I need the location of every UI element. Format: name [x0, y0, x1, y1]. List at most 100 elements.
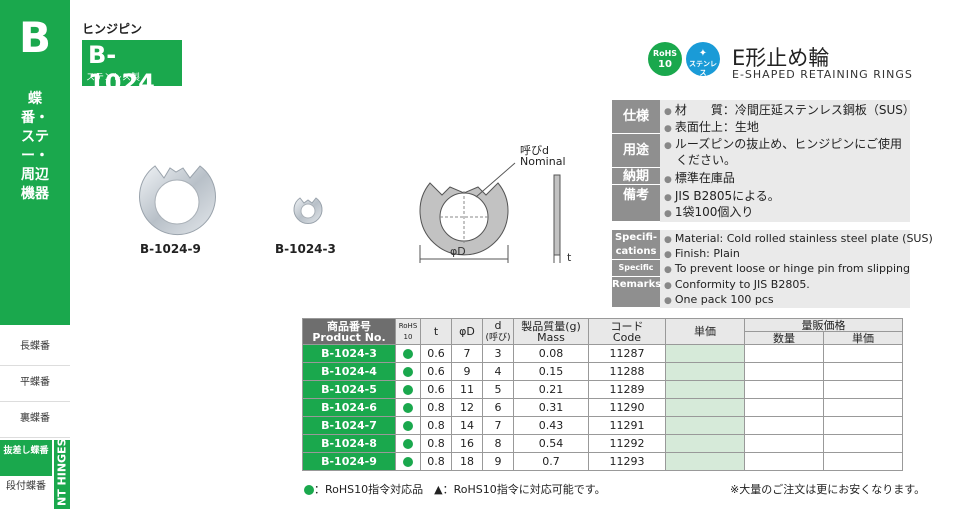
col-price: 単価 — [665, 318, 745, 345]
sidebar-item-flat-hinge[interactable]: 平蝶番 — [0, 365, 70, 402]
thickness-cell: 0.8 — [420, 452, 452, 471]
table-row[interactable]: B-1024-3 0.6 7 3 0.08 11287 — [302, 344, 903, 363]
outer-diameter-cell: 9 — [451, 362, 483, 381]
rohs-dot-icon — [304, 485, 314, 495]
code-cell: 11293 — [588, 452, 666, 471]
sidebar-item-lift-off-hinge[interactable]: 抜差し蝶番 — [0, 440, 52, 476]
thickness-cell: 0.6 — [420, 362, 452, 381]
rohs-cell — [395, 416, 421, 435]
rohs-cell — [395, 362, 421, 381]
thickness-cell: 0.8 — [420, 416, 452, 435]
outer-diameter-cell: 14 — [451, 416, 483, 435]
spec-line-use-cont: ください。 — [676, 153, 737, 167]
rohs-dot-icon — [403, 439, 413, 449]
rohs-dot-icon — [403, 421, 413, 431]
col-product-no: 商品番号 Product No. — [302, 318, 396, 345]
rohs-cell — [395, 380, 421, 399]
sparkle-icon: ✦ — [698, 48, 708, 59]
col-t: t — [420, 318, 452, 345]
qty-cell — [744, 362, 824, 381]
price-cell — [665, 452, 745, 471]
page-subtitle: E-SHAPED RETAINING RINGS — [732, 68, 913, 81]
label-nominal-en: Nominal — [520, 155, 566, 168]
code-cell: 11289 — [588, 380, 666, 399]
rohs-number: 10 — [658, 59, 672, 70]
spec-line-jis: ● JIS B2805による。 — [664, 189, 780, 203]
col-unit-price: 単価 — [823, 331, 903, 345]
stainless-badge: ✦ ステンレス — [686, 42, 720, 77]
rohs-label: RoHS — [652, 49, 678, 58]
outer-diameter-cell: 11 — [451, 380, 483, 399]
rohs-dot-icon — [403, 385, 413, 395]
spec-label-use: 用途 — [612, 134, 660, 168]
sidebar-vertical-tab[interactable]: NT HINGES — [54, 439, 70, 509]
mass-cell: 0.54 — [513, 434, 589, 453]
qty-cell — [744, 380, 824, 399]
unit-price-cell — [823, 362, 903, 381]
unit-price-cell — [823, 344, 903, 363]
material-note: ステンレス製 — [86, 73, 141, 83]
code-cell: 11288 — [588, 362, 666, 381]
mass-cell: 0.31 — [513, 398, 589, 417]
qty-cell — [744, 416, 824, 435]
table-row[interactable]: B-1024-5 0.6 11 5 0.21 11289 — [302, 380, 903, 399]
spec-label-remarks: 備考 — [612, 185, 660, 222]
spec-en-material: ● Material: Cold rolled stainless steel p… — [664, 232, 933, 245]
rohs-dot-icon — [403, 367, 413, 377]
spec-line-stock: ● 標準在庫品 — [664, 171, 735, 185]
rohs-cell — [395, 434, 421, 453]
sidebar-item-back-hinge[interactable]: 裏蝶番 — [0, 401, 70, 438]
outer-diameter-cell: 12 — [451, 398, 483, 417]
nominal-cell: 8 — [482, 434, 514, 453]
table-row[interactable]: B-1024-8 0.8 16 8 0.54 11292 — [302, 434, 903, 453]
thickness-cell: 0.6 — [420, 344, 452, 363]
unit-price-cell — [823, 416, 903, 435]
ring-photo-small — [293, 197, 323, 224]
sidebar-item-long-hinge[interactable]: 長蝶番 — [0, 329, 70, 366]
col-mass: 製品質量(g) Mass — [513, 318, 589, 345]
price-cell — [665, 398, 745, 417]
rohs-dot-icon — [403, 457, 413, 467]
nominal-cell: 3 — [482, 344, 514, 363]
product-no-cell: B-1024-4 — [302, 362, 396, 381]
price-cell — [665, 416, 745, 435]
outer-diameter-cell: 18 — [451, 452, 483, 471]
spec-label-delivery: 納期 — [612, 168, 660, 185]
table-row[interactable]: B-1024-9 0.8 18 9 0.7 11293 — [302, 452, 903, 471]
price-cell — [665, 362, 745, 381]
rohs-badge: RoHS 10 — [648, 42, 682, 76]
thickness-cell: 0.8 — [420, 434, 452, 453]
product-no-cell: B-1024-7 — [302, 416, 396, 435]
qty-cell — [744, 398, 824, 417]
qty-cell — [744, 452, 824, 471]
product-category: ヒンジピン — [82, 22, 143, 36]
table-row[interactable]: B-1024-7 0.8 14 7 0.43 11291 — [302, 416, 903, 435]
code-cell: 11290 — [588, 398, 666, 417]
rohs-cell — [395, 398, 421, 417]
spec-label-specifications: Specifi-cations — [612, 230, 660, 260]
spec-en-use: ● To prevent loose or hinge pin from slip… — [664, 262, 910, 275]
caption-b-1024-3: B-1024-3 — [275, 242, 336, 256]
table-row[interactable]: B-1024-6 0.8 12 6 0.31 11290 — [302, 398, 903, 417]
spec-label-specific-use: Specific use — [612, 260, 660, 288]
code-cell: 11291 — [588, 416, 666, 435]
product-no-cell: B-1024-3 — [302, 344, 396, 363]
spec-en-jis: ● Conformity to JIS B2805. — [664, 278, 810, 291]
unit-price-cell — [823, 398, 903, 417]
unit-price-cell — [823, 434, 903, 453]
nominal-cell: 7 — [482, 416, 514, 435]
thickness-cell: 0.8 — [420, 398, 452, 417]
dim-label-t: t — [567, 251, 572, 264]
spec-en-finish: ● Finish: Plain — [664, 247, 740, 260]
rohs-cell — [395, 344, 421, 363]
sidebar-item-step-hinge[interactable]: 段付蝶番 — [0, 476, 52, 512]
price-cell — [665, 380, 745, 399]
section-letter: B — [18, 13, 51, 62]
col-code: コード Code — [588, 318, 666, 345]
rohs-dot-icon — [403, 349, 413, 359]
qty-cell — [744, 434, 824, 453]
product-no-cell: B-1024-5 — [302, 380, 396, 399]
table-row[interactable]: B-1024-4 0.6 9 4 0.15 11288 — [302, 362, 903, 381]
col-qty: 数量 — [744, 331, 824, 345]
price-cell — [665, 344, 745, 363]
